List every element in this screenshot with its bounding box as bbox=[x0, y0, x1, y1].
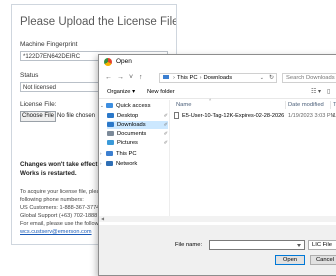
navigation-pane: ⌄ Quick access Desktop ✐ Downloads ✐ Docume… bbox=[99, 100, 170, 216]
organize-button[interactable]: Organize ▾ bbox=[107, 88, 135, 96]
dialog-footer: File name: LIC File Open Cancel bbox=[99, 225, 336, 275]
panel-title: Please Upload the License File bbox=[20, 16, 177, 28]
downloads-icon bbox=[107, 121, 114, 127]
breadcrumb-downloads[interactable]: Downloads bbox=[204, 75, 233, 81]
command-bar: Organize ▾ New folder ☷ ▾ ▯ ? bbox=[99, 86, 336, 99]
file-name-input[interactable] bbox=[209, 240, 305, 250]
restart-warning-line2: Works is restarted. bbox=[20, 170, 77, 177]
restart-warning-line1: Changes won't take effect unt bbox=[20, 161, 109, 168]
file-row[interactable]: E5-User-10-Tag-12K-Expires-02-28-2026 1/… bbox=[172, 111, 336, 121]
tree-item-quick-access[interactable]: ⌄ Quick access bbox=[100, 102, 168, 110]
sort-up-icon: ˄ bbox=[209, 97, 212, 102]
dialog-titlebar[interactable]: Open bbox=[99, 55, 336, 70]
breadcrumb-this-pc[interactable]: This PC bbox=[177, 75, 198, 81]
tree-item-this-pc[interactable]: › This PC bbox=[100, 150, 168, 158]
refresh-icon[interactable]: ↻ bbox=[269, 74, 274, 83]
pin-icon: ✐ bbox=[163, 140, 168, 146]
horizontal-scrollbar[interactable]: ◀ ▶ bbox=[99, 216, 336, 222]
search-placeholder: Search Downloads bbox=[286, 75, 335, 81]
file-list: ˄ Name Date modified Type E5-User-10-Tag… bbox=[172, 97, 336, 216]
info-text-line3: US Customers: 1-888-367-3774 bbox=[20, 205, 100, 211]
file-date-modified: 1/19/2023 3:03 PM bbox=[288, 113, 336, 119]
column-divider[interactable] bbox=[330, 101, 331, 109]
star-icon bbox=[106, 102, 113, 108]
address-dropdown-icon[interactable]: ⌄ bbox=[260, 74, 264, 83]
file-name: E5-User-10-Tag-12K-Expires-02-28-2026 bbox=[182, 113, 285, 119]
tree-item-downloads[interactable]: Downloads ✐ bbox=[107, 121, 168, 129]
support-email-link[interactable]: wcs.custserv@emerson.com bbox=[20, 229, 92, 235]
status-value: Not licensed bbox=[23, 85, 57, 91]
recent-locations-icon[interactable]: ˅ bbox=[129, 73, 133, 83]
scroll-left-icon[interactable]: ◀ bbox=[101, 216, 104, 222]
tree-item-documents[interactable]: Documents ✐ bbox=[107, 130, 168, 138]
file-type-value: LIC File bbox=[312, 242, 332, 248]
column-header-name[interactable]: Name bbox=[176, 101, 191, 109]
forward-arrow-icon[interactable]: → bbox=[117, 73, 124, 83]
cancel-button[interactable]: Cancel bbox=[310, 255, 336, 265]
preview-pane-icon[interactable]: ▯ bbox=[327, 88, 330, 96]
info-text-line5: For email, please use the followi bbox=[20, 221, 100, 227]
tree-item-desktop[interactable]: Desktop ✐ bbox=[107, 112, 168, 120]
dialog-title: Open bbox=[116, 58, 132, 65]
breadcrumb-separator-icon: › bbox=[199, 75, 202, 81]
this-pc-icon bbox=[163, 75, 169, 79]
desktop-icon bbox=[107, 112, 114, 118]
pin-icon: ✐ bbox=[163, 113, 168, 119]
open-button[interactable]: Open bbox=[275, 255, 305, 265]
file-name-label: File name: bbox=[175, 242, 203, 248]
back-arrow-icon[interactable]: ← bbox=[105, 73, 112, 83]
status-label: Status bbox=[20, 72, 39, 79]
tree-item-network[interactable]: › Network bbox=[100, 160, 168, 168]
chrome-app-icon bbox=[104, 58, 112, 66]
file-icon bbox=[174, 112, 179, 119]
up-folder-icon[interactable]: ↑ bbox=[139, 73, 143, 83]
column-divider[interactable] bbox=[285, 101, 286, 109]
new-folder-button[interactable]: New folder bbox=[147, 88, 175, 96]
file-type-select[interactable]: LIC File bbox=[308, 240, 336, 250]
pin-icon: ✐ bbox=[163, 131, 168, 137]
tree-item-pictures[interactable]: Pictures ✐ bbox=[107, 139, 168, 147]
breadcrumb-separator-icon: › bbox=[173, 75, 175, 81]
address-bar[interactable]: › This PC › Downloads ⌄ ↻ bbox=[159, 73, 277, 83]
pin-icon: ✐ bbox=[163, 122, 168, 128]
info-text-line2: following phone numbers: bbox=[20, 197, 84, 203]
choose-file-button[interactable]: Choose File bbox=[20, 111, 56, 122]
computer-icon bbox=[106, 150, 113, 156]
network-icon bbox=[106, 160, 113, 166]
license-file-label: License File: bbox=[20, 101, 57, 108]
documents-icon bbox=[107, 130, 114, 136]
no-file-chosen-text: No file chosen bbox=[57, 113, 96, 119]
open-file-dialog: Open ← → ˅ ↑ › This PC › Downloads ⌄ ↻ Sear… bbox=[98, 54, 336, 276]
search-input[interactable]: Search Downloads bbox=[282, 73, 336, 83]
info-text-line1: To acquire your license file, plea bbox=[20, 189, 100, 195]
view-options-icon[interactable]: ☷ ▾ bbox=[311, 88, 321, 96]
column-header-date-modified[interactable]: Date modified bbox=[288, 101, 324, 109]
pictures-icon bbox=[107, 139, 114, 145]
info-text-line4: Global Support (+63) 702-1888 bbox=[20, 213, 98, 219]
machine-fingerprint-label: Machine Fingerprint bbox=[20, 41, 78, 48]
navigation-bar: ← → ˅ ↑ › This PC › Downloads ⌄ ↻ Search Do… bbox=[99, 71, 336, 85]
